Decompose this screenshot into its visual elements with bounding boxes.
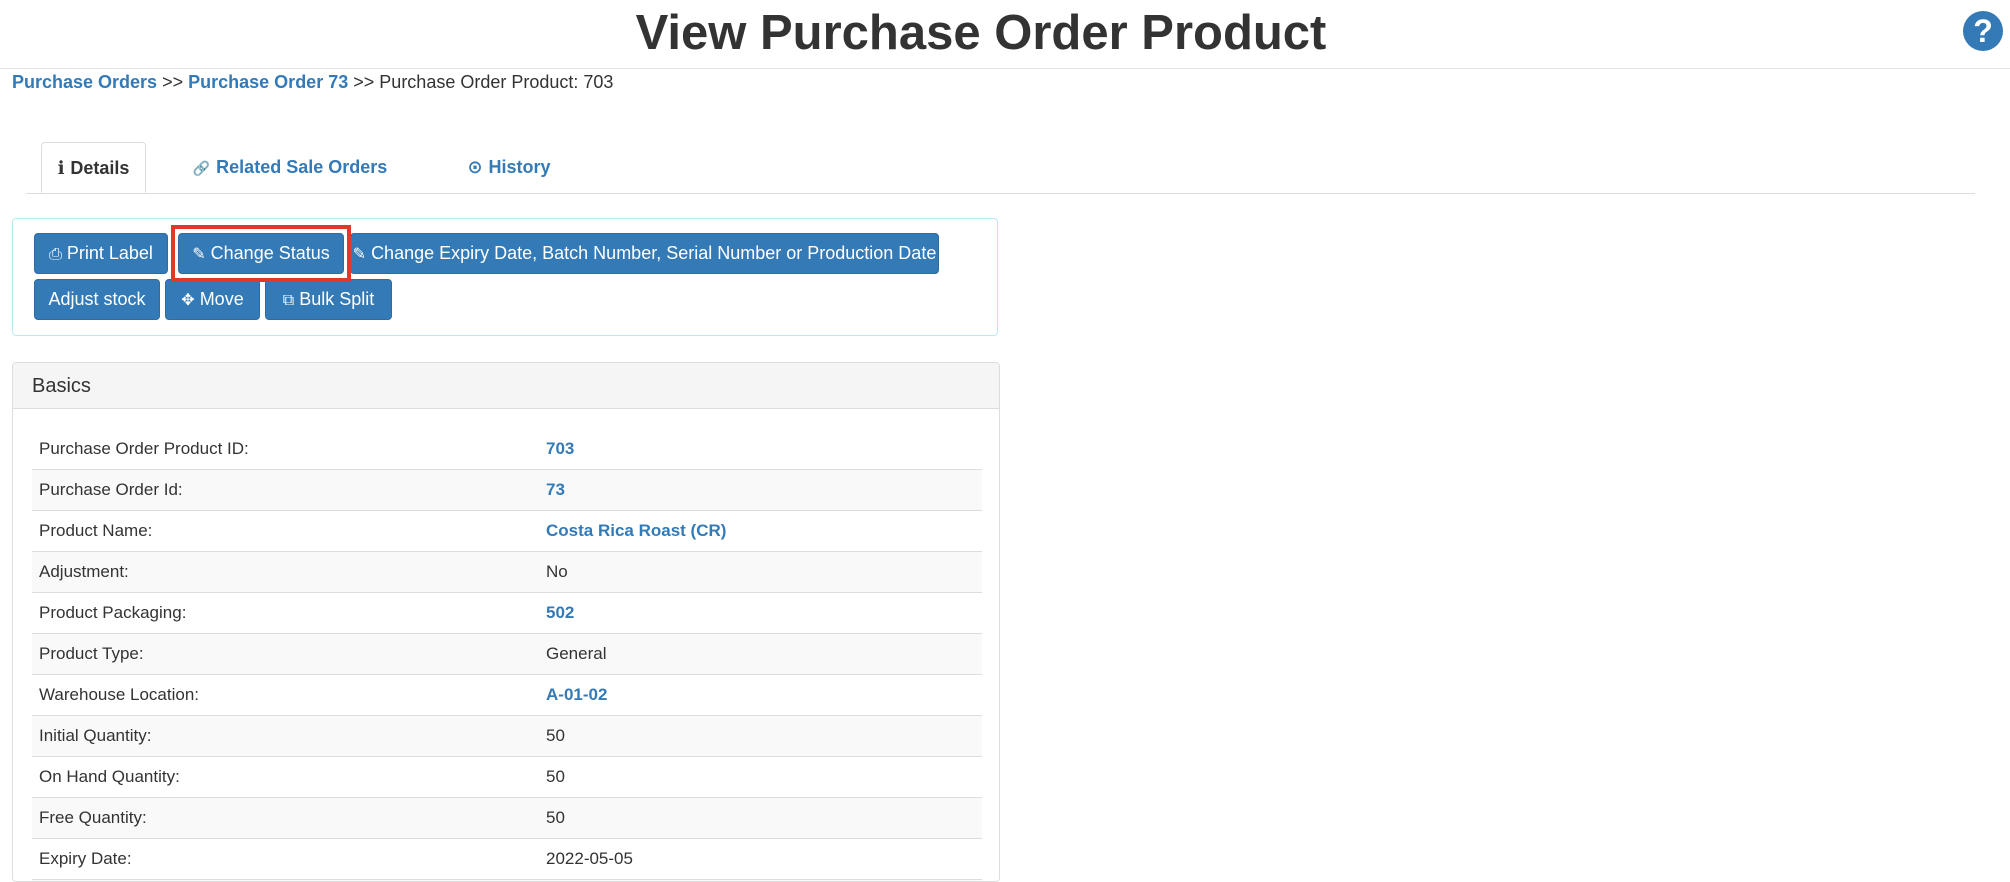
tab-label: History bbox=[489, 157, 551, 177]
table-row: Purchase Order Id: 73 bbox=[32, 470, 982, 511]
adjust-stock-button[interactable]: Adjust stock bbox=[34, 279, 160, 320]
table-row: Free Quantity:50 bbox=[32, 798, 982, 839]
page-title: View Purchase Order Product bbox=[0, 4, 1962, 62]
row-label: Product Type: bbox=[32, 634, 539, 675]
row-value: General bbox=[539, 634, 982, 675]
row-value: 502 bbox=[539, 593, 982, 634]
table-row: On Hand Quantity:50 bbox=[32, 757, 982, 798]
link-icon: 🔗 bbox=[193, 160, 210, 176]
row-label: Product Name: bbox=[32, 511, 539, 552]
pencil-icon: ✎ bbox=[353, 246, 366, 263]
row-value: 2022-05-05 bbox=[539, 839, 982, 880]
row-label: Adjustment: bbox=[32, 552, 539, 593]
breadcrumb-purchase-orders[interactable]: Purchase Orders bbox=[12, 72, 157, 92]
basics-title: Basics bbox=[32, 374, 91, 398]
row-value-link[interactable]: 502 bbox=[546, 603, 574, 622]
print-label-button[interactable]: ⎙Print Label bbox=[34, 233, 168, 274]
breadcrumb-separator: >> bbox=[162, 72, 183, 92]
tab-details[interactable]: ℹDetails bbox=[41, 142, 146, 193]
row-value: Costa Rica Roast (CR) bbox=[539, 511, 982, 552]
tab-label: Related Sale Orders bbox=[216, 157, 387, 177]
row-label: Product Packaging: bbox=[32, 593, 539, 634]
tab-related-sale-orders[interactable]: 🔗 Related Sale Orders bbox=[186, 142, 394, 192]
row-label: Free Quantity: bbox=[32, 798, 539, 839]
breadcrumb: Purchase Orders >> Purchase Order 73 >> … bbox=[12, 70, 613, 94]
row-value: 73 bbox=[539, 470, 982, 511]
row-label: Purchase Order Product ID: bbox=[32, 429, 539, 470]
breadcrumb-separator: >> bbox=[353, 72, 374, 92]
move-button[interactable]: ✥Move bbox=[165, 279, 260, 320]
table-row: Initial Quantity:50 bbox=[32, 716, 982, 757]
table-row: Product Name: Costa Rica Roast (CR) bbox=[32, 511, 982, 552]
bulk-split-button[interactable]: ⧉Bulk Split bbox=[265, 279, 392, 320]
table-row: Warehouse Location: A-01-02 bbox=[32, 675, 982, 716]
table-row: Adjustment:No bbox=[32, 552, 982, 593]
row-value-link[interactable]: A-01-02 bbox=[546, 685, 607, 704]
row-value: 50 bbox=[539, 798, 982, 839]
tab-history[interactable]: ⊙ History bbox=[440, 142, 578, 192]
tab-bar: ℹDetails 🔗 Related Sale Orders ⊙ History bbox=[26, 142, 1975, 194]
row-value: A-01-02 bbox=[539, 675, 982, 716]
row-value-link[interactable]: Costa Rica Roast (CR) bbox=[546, 521, 726, 540]
row-value-link[interactable]: 73 bbox=[546, 480, 565, 499]
row-value: 50 bbox=[539, 757, 982, 798]
info-icon: ℹ bbox=[58, 158, 65, 178]
row-label: Purchase Order Id: bbox=[32, 470, 539, 511]
table-row: Product Packaging: 502 bbox=[32, 593, 982, 634]
table-row: Expiry Date:2022-05-05 bbox=[32, 839, 982, 880]
row-label: On Hand Quantity: bbox=[32, 757, 539, 798]
page-header: View Purchase Order Product ? bbox=[0, 0, 2010, 69]
basics-panel: Basics Purchase Order Product ID:703Purc… bbox=[12, 362, 1000, 882]
pencil-icon: ✎ bbox=[192, 246, 205, 263]
row-label: Expiry Date: bbox=[32, 839, 539, 880]
row-label: Initial Quantity: bbox=[32, 716, 539, 757]
table-row: Purchase Order Product ID: 703 bbox=[32, 429, 982, 470]
row-value-link[interactable]: 703 bbox=[546, 439, 574, 458]
help-icon[interactable]: ? bbox=[1963, 11, 2003, 51]
table-row: Product Type:General bbox=[32, 634, 982, 675]
row-value: 703 bbox=[539, 429, 982, 470]
row-value: No bbox=[539, 552, 982, 593]
breadcrumb-current: Purchase Order Product: 703 bbox=[379, 72, 613, 92]
row-value: 50 bbox=[539, 716, 982, 757]
tab-label: Details bbox=[70, 158, 129, 178]
row-label: Warehouse Location: bbox=[32, 675, 539, 716]
move-icon: ✥ bbox=[181, 292, 194, 309]
basics-heading: Basics bbox=[13, 363, 999, 409]
print-icon: ⎙ bbox=[49, 246, 62, 263]
change-expiry-button[interactable]: ✎Change Expiry Date, Batch Number, Seria… bbox=[350, 233, 939, 274]
clock-icon: ⊙ bbox=[467, 157, 482, 177]
change-status-button[interactable]: ✎Change Status bbox=[178, 233, 344, 274]
breadcrumb-purchase-order-73[interactable]: Purchase Order 73 bbox=[188, 72, 348, 92]
copy-icon: ⧉ bbox=[283, 292, 294, 309]
detail-table: Purchase Order Product ID:703Purchase Or… bbox=[32, 429, 982, 882]
